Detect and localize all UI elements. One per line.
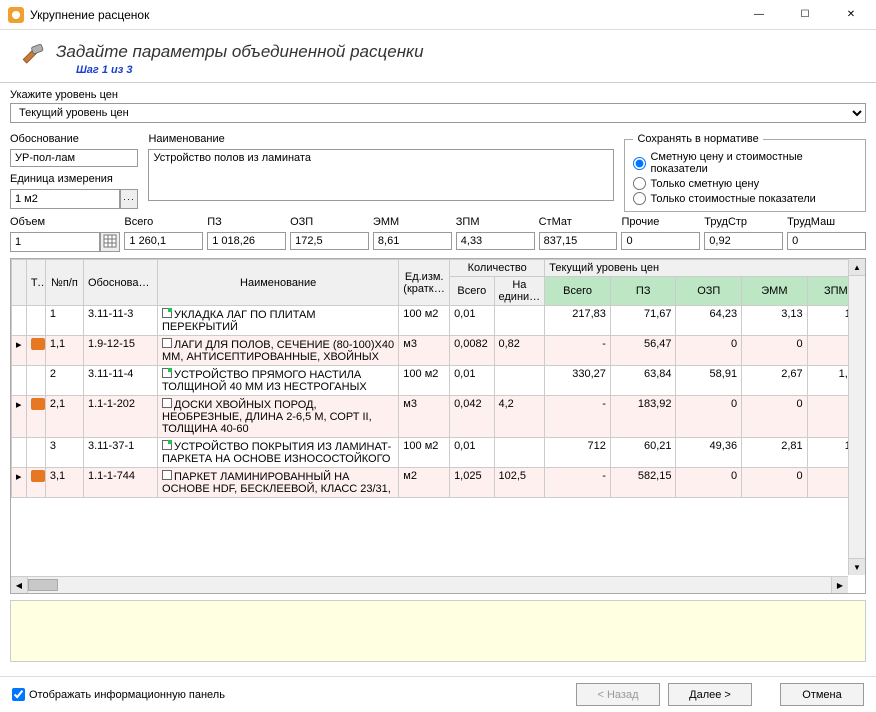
- total-col-5-label: СтМат: [539, 216, 618, 228]
- grid-vscrollbar[interactable]: ▲ ▼: [848, 259, 865, 575]
- total-col-3-label: ЭММ: [373, 216, 452, 228]
- save-opt-1-label: Только сметную цену: [650, 178, 759, 190]
- grid-hscrollbar[interactable]: ◀ ▶: [11, 576, 848, 593]
- table-row[interactable]: ▸2,11.1-1-202ДОСКИ ХВОЙНЫХ ПОРОД, НЕОБРЕ…: [12, 396, 865, 438]
- scroll-down-arrow[interactable]: ▼: [849, 558, 865, 575]
- name-textarea[interactable]: Устройство полов из ламината: [148, 149, 614, 201]
- save-opt-0-label: Сметную цену и стоимостные показатели: [650, 151, 857, 175]
- total-col-0-input[interactable]: [124, 232, 203, 250]
- th-npp[interactable]: №п/п: [45, 260, 83, 306]
- material-icon: [31, 338, 45, 350]
- th-qty-per[interactable]: На единицу: [494, 277, 545, 306]
- hscroll-thumb[interactable]: [28, 579, 58, 591]
- save-opt-0-radio[interactable]: [633, 157, 646, 170]
- total-col-3-input[interactable]: [373, 232, 452, 250]
- titlebar: Укрупнение расценок ― ☐ ✕: [0, 0, 876, 30]
- status-flag-green-icon: [162, 440, 172, 450]
- total-col-0-label: Всего: [124, 216, 203, 228]
- th-qty-total[interactable]: Всего: [450, 277, 494, 306]
- unit-label: Единица измерения: [10, 173, 138, 185]
- scroll-right-arrow[interactable]: ▶: [831, 577, 848, 593]
- total-col-4-label: ЗПМ: [456, 216, 535, 228]
- total-col-4-input[interactable]: [456, 232, 535, 250]
- info-panel: [10, 600, 866, 662]
- total-col-1-label: ПЗ: [207, 216, 286, 228]
- total-col-7-label: ТрудСтр: [704, 216, 783, 228]
- total-col-7-input[interactable]: [704, 232, 783, 250]
- th-p-emm[interactable]: ЭММ: [742, 277, 808, 306]
- table-row[interactable]: 13.11-11-3УКЛАДКА ЛАГ ПО ПЛИТАМ ПЕРЕКРЫТ…: [12, 306, 865, 336]
- wizard-step: Шаг 1 из 3: [76, 64, 424, 76]
- back-button[interactable]: < Назад: [576, 683, 660, 706]
- window-title: Укрупнение расценок: [30, 8, 736, 22]
- rates-grid[interactable]: Ти №п/п Обоснование Наименование Ед.изм.…: [10, 258, 866, 594]
- price-level-label: Укажите уровень цен: [10, 89, 866, 101]
- app-icon: [8, 7, 24, 23]
- basis-input[interactable]: [10, 149, 138, 167]
- maximize-button[interactable]: ☐: [782, 0, 828, 30]
- volume-input[interactable]: [10, 232, 100, 252]
- close-button[interactable]: ✕: [828, 0, 874, 30]
- next-button[interactable]: Далее >: [668, 683, 752, 706]
- wizard-footer: Отображать информационную панель < Назад…: [0, 676, 876, 712]
- status-flag-grey-icon: [162, 338, 172, 348]
- show-info-panel-label: Отображать информационную панель: [29, 689, 225, 701]
- show-info-panel-checkbox[interactable]: [12, 688, 25, 701]
- volume-label: Объем: [10, 216, 120, 228]
- total-col-8-input[interactable]: [787, 232, 866, 250]
- status-flag-grey-icon: [162, 470, 172, 480]
- total-col-1-input[interactable]: [207, 232, 286, 250]
- th-price[interactable]: Текущий уровень цен: [545, 260, 865, 277]
- total-col-6-input[interactable]: [621, 232, 700, 250]
- status-flag-grey-icon: [162, 398, 172, 408]
- material-icon: [31, 470, 45, 482]
- table-row[interactable]: 23.11-11-4УСТРОЙСТВО ПРЯМОГО НАСТИЛА ТОЛ…: [12, 366, 865, 396]
- save-opt-2-label: Только стоимостные показатели: [650, 193, 815, 205]
- th-p-total[interactable]: Всего: [545, 277, 611, 306]
- table-row[interactable]: ▸1,11.9-12-15ЛАГИ ДЛЯ ПОЛОВ, СЕЧЕНИЕ (80…: [12, 336, 865, 366]
- wizard-header: Задайте параметры объединенной расценки …: [0, 30, 876, 83]
- hammer-icon: [18, 42, 46, 70]
- th-ti[interactable]: Ти: [26, 260, 45, 306]
- material-icon: [31, 398, 45, 410]
- save-opt-1-radio[interactable]: [633, 177, 646, 190]
- total-col-8-label: ТрудМаш: [787, 216, 866, 228]
- th-p-pz[interactable]: ПЗ: [610, 277, 676, 306]
- unit-picker-button[interactable]: ···: [120, 189, 138, 209]
- total-col-2-input[interactable]: [290, 232, 369, 250]
- total-col-2-label: ОЗП: [290, 216, 369, 228]
- status-flag-green-icon: [162, 308, 172, 318]
- th-qty[interactable]: Количество: [450, 260, 545, 277]
- status-flag-green-icon: [162, 368, 172, 378]
- price-level-select[interactable]: Текущий уровень цен: [10, 103, 866, 123]
- volume-calendar-button[interactable]: [100, 232, 120, 252]
- cancel-button[interactable]: Отмена: [780, 683, 864, 706]
- save-normative-group: Сохранять в нормативе Сметную цену и сто…: [624, 133, 866, 212]
- table-row[interactable]: 33.11-37-1УСТРОЙСТВО ПОКРЫТИЯ ИЗ ЛАМИНАТ…: [12, 438, 865, 468]
- total-col-5-input[interactable]: [539, 232, 618, 250]
- table-row[interactable]: ▸3,11.1-1-744ПАРКЕТ ЛАМИНИРОВАННЫЙ НА ОС…: [12, 468, 865, 498]
- save-normative-legend: Сохранять в нормативе: [633, 133, 762, 145]
- th-name[interactable]: Наименование: [158, 260, 399, 306]
- grid-icon: [103, 234, 117, 248]
- total-col-6-label: Прочие: [621, 216, 700, 228]
- name-label: Наименование: [148, 133, 614, 145]
- minimize-button[interactable]: ―: [736, 0, 782, 30]
- th-basis[interactable]: Обоснование: [83, 260, 157, 306]
- wizard-title: Задайте параметры объединенной расценки: [56, 42, 424, 62]
- unit-input[interactable]: [10, 189, 120, 209]
- scroll-left-arrow[interactable]: ◀: [11, 577, 28, 593]
- th-unit[interactable]: Ед.изм. (краткая): [399, 260, 450, 306]
- scroll-up-arrow[interactable]: ▲: [849, 259, 865, 276]
- basis-label: Обоснование: [10, 133, 138, 145]
- th-p-ozp[interactable]: ОЗП: [676, 277, 742, 306]
- save-opt-2-radio[interactable]: [633, 192, 646, 205]
